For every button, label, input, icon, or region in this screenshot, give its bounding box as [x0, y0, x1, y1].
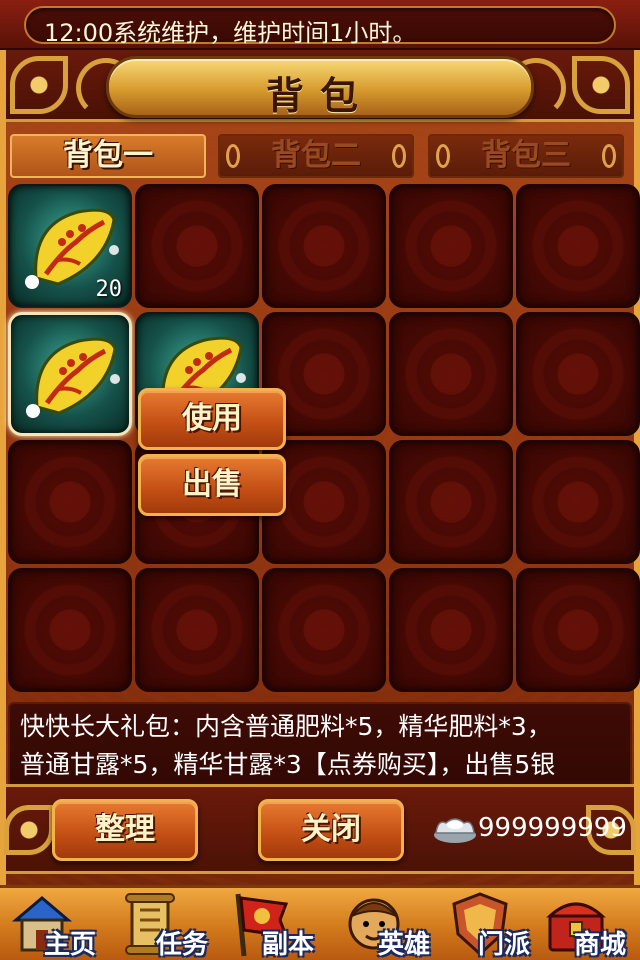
tab-ornament-icon — [226, 144, 240, 168]
bottom-nav: 主页 任务 副本 英雄 门派 商城 — [0, 885, 640, 960]
nav-label: 商城 — [574, 930, 627, 960]
notice-ticker: 12:00系统维护，维护时间1小时。 — [24, 6, 616, 47]
ornament-right-icon — [572, 56, 630, 114]
tab-ornament-icon — [392, 144, 406, 168]
inventory-slot[interactable] — [389, 312, 513, 436]
inventory-slot[interactable] — [262, 568, 386, 692]
title-plaque: 背包 — [106, 56, 534, 118]
description-line-1: 快快长大礼包：内含普通肥料*5，精华肥料*3， — [20, 712, 552, 741]
sort-button[interactable]: 整理 — [52, 799, 198, 861]
nav-item-dungeon[interactable]: 副本 — [222, 888, 328, 960]
silver-amount: 999999999 — [478, 813, 627, 843]
close-button-label: 关闭 — [301, 812, 361, 847]
nav-item-home[interactable]: 主页 — [4, 888, 110, 960]
page-title: 背包 — [265, 74, 374, 118]
ornament-left-icon — [4, 805, 54, 855]
tab-label: 背包一 — [63, 138, 153, 173]
nav-item-hero[interactable]: 英雄 — [336, 888, 442, 960]
inventory-slot[interactable] — [389, 568, 513, 692]
description-line-2: 普通甘露*5，精华甘露*3【点券购买】，出售5银 — [20, 750, 556, 779]
inventory-slot[interactable] — [516, 312, 640, 436]
inventory-slot[interactable] — [8, 568, 132, 692]
nav-label: 门派 — [478, 930, 531, 960]
silver-ingot-icon — [434, 818, 476, 843]
inventory-slot[interactable] — [389, 184, 513, 308]
sell-button-label: 出售 — [182, 467, 242, 502]
close-button[interactable]: 关闭 — [258, 799, 404, 861]
notice-bar: 12:00系统维护，维护时间1小时。 — [0, 0, 640, 50]
tab-ornament-icon — [602, 144, 616, 168]
tab-label: 背包三 — [481, 138, 571, 173]
inventory-slot[interactable] — [8, 440, 132, 564]
nav-label: 任务 — [156, 930, 209, 960]
inventory-slot[interactable] — [135, 568, 259, 692]
inventory-slot[interactable] — [516, 568, 640, 692]
bag-panel: 背包 背包一 背包二 背包三 20 使用 出售 快快长大礼包：内含普通肥料*5，… — [0, 50, 640, 885]
item-description: 快快长大礼包：内含普通肥料*5，精华肥料*3， 普通甘露*5，精华甘露*3【点券… — [20, 708, 630, 784]
nav-item-shop[interactable]: 商城 — [538, 888, 640, 960]
sell-button[interactable]: 出售 — [138, 454, 286, 516]
nav-label: 副本 — [262, 930, 315, 960]
inventory-slot[interactable] — [516, 184, 640, 308]
use-button-label: 使用 — [182, 401, 242, 436]
inventory-slot[interactable] — [389, 440, 513, 564]
use-button[interactable]: 使用 — [138, 388, 286, 450]
tab-bag-2[interactable]: 背包二 — [218, 134, 414, 178]
ornament-left-icon — [10, 56, 68, 114]
nav-label: 英雄 — [378, 930, 431, 960]
action-bar: 整理 关闭 999999999 — [4, 784, 636, 874]
item-count: 20 — [95, 277, 123, 302]
inventory-grid: 20 — [6, 184, 640, 698]
tab-bag-3[interactable]: 背包三 — [428, 134, 624, 178]
inventory-slot-item[interactable]: 20 — [8, 184, 132, 308]
inventory-slot-selected[interactable] — [8, 312, 132, 436]
inventory-slot[interactable] — [262, 184, 386, 308]
notice-text: 12:00系统维护，维护时间1小时。 — [44, 19, 417, 47]
tab-label: 背包二 — [271, 138, 361, 173]
nav-item-quest[interactable]: 任务 — [112, 888, 218, 960]
title-band: 背包 — [6, 50, 634, 122]
inventory-slot[interactable] — [516, 440, 640, 564]
inventory-slot[interactable] — [135, 184, 259, 308]
nav-item-sect[interactable]: 门派 — [442, 888, 548, 960]
tab-bag-1[interactable]: 背包一 — [10, 134, 206, 178]
tab-ornament-icon — [436, 144, 450, 168]
nav-label: 主页 — [44, 930, 97, 960]
gift-leaf-icon — [26, 337, 120, 418]
sort-button-label: 整理 — [95, 812, 155, 847]
